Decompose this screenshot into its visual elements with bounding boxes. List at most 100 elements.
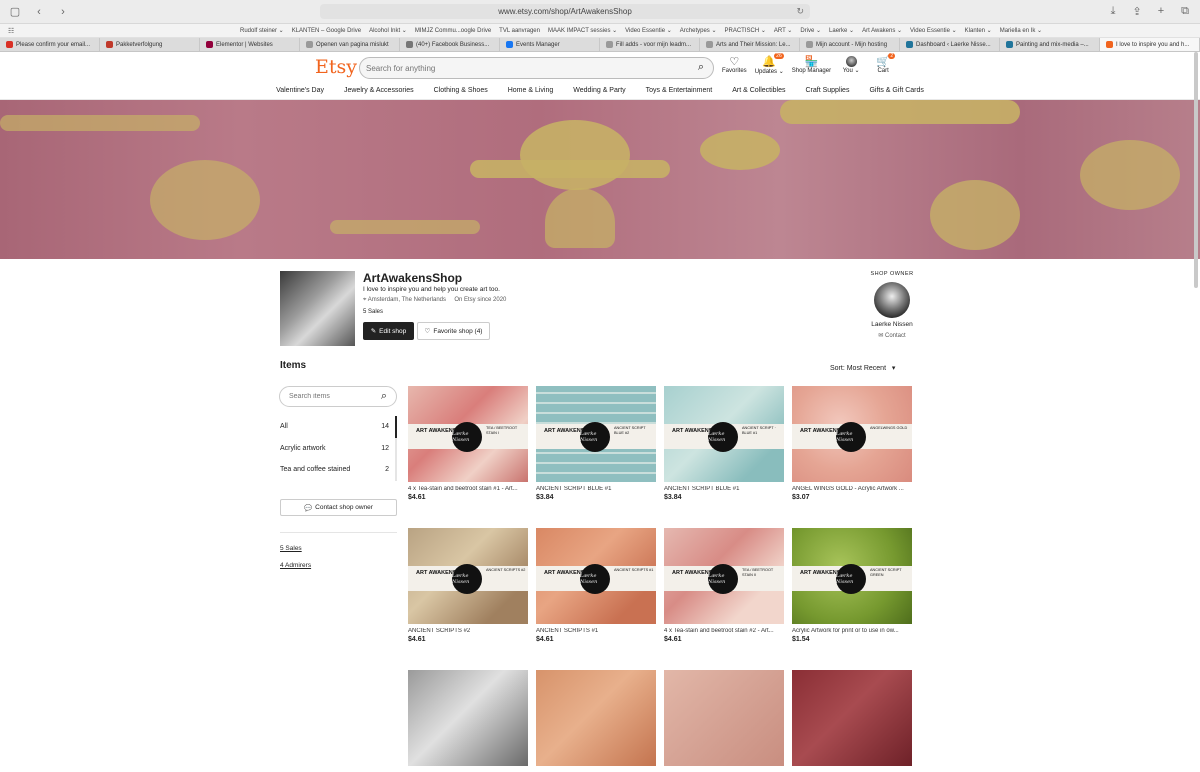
- bookmark-item[interactable]: MAAK IMPACT sessies ⌄: [548, 27, 617, 34]
- sidebar-toggle-icon[interactable]: ▢: [8, 5, 22, 18]
- listing-image[interactable]: ART AWAKENS Lærke Nissen ANCIENT SCRIPT · …: [664, 386, 784, 482]
- favorite-shop-button[interactable]: ♡ Favorite shop (4): [417, 322, 490, 340]
- section-item[interactable]: Tea and coffee stained 2: [280, 459, 397, 481]
- browser-tab[interactable]: Dashboard ‹ Laerke Nisse...: [900, 38, 1000, 51]
- browser-tab[interactable]: I love to inspire you and h...: [1100, 38, 1200, 51]
- share-icon[interactable]: ⇪: [1130, 5, 1144, 18]
- listing-card[interactable]: ART AWAKENS Lærke Nissen ANCIENT SCRIPT GR…: [792, 528, 912, 643]
- sort-dropdown[interactable]: Sort: Most Recent ▾: [830, 364, 895, 372]
- new-tab-icon[interactable]: +: [1154, 5, 1168, 18]
- listing-title[interactable]: Acrylic Artwork for print or to use in o…: [792, 628, 912, 634]
- listing-card[interactable]: [664, 670, 784, 772]
- sales-link[interactable]: 5 Sales: [280, 545, 302, 552]
- listing-image[interactable]: ART AWAKENS Lærke Nissen ANCIENT SCRIPT BL…: [536, 386, 656, 482]
- listing-image[interactable]: ART AWAKENS Lærke Nissen TEA / BEETROOT ST…: [408, 386, 528, 482]
- cart-button[interactable]: 🛒 2 Cart: [871, 53, 896, 75]
- reload-icon[interactable]: ↻: [796, 6, 804, 17]
- browser-tab[interactable]: Pakketverfolgung: [100, 38, 200, 51]
- bookmark-item[interactable]: Video Essentie ⌄: [910, 27, 957, 34]
- address-bar[interactable]: www.etsy.com/shop/ArtAwakensShop ↻: [320, 4, 810, 19]
- bookmark-item[interactable]: Art Awakens ⌄: [862, 27, 902, 34]
- listing-title[interactable]: ANCIENT SCRIPT BLUE #1: [536, 486, 656, 492]
- listing-image[interactable]: ART AWAKENS Lærke Nissen ANCIENT SCRIPT GR…: [792, 528, 912, 624]
- section-item[interactable]: Acrylic artwork 12: [280, 437, 397, 459]
- bookmark-item[interactable]: KLANTEN – Google Drive: [292, 28, 361, 34]
- owner-name[interactable]: Laerke Nissen: [864, 321, 920, 328]
- category-link[interactable]: Craft Supplies: [805, 87, 849, 94]
- owner-avatar[interactable]: [874, 282, 910, 318]
- listing-title[interactable]: ANCIENT SCRIPT BLUE #1: [664, 486, 784, 492]
- search-input[interactable]: [366, 63, 686, 73]
- updates-button[interactable]: 🔔 26 Updates ⌄: [755, 53, 784, 75]
- listing-card[interactable]: ART AWAKENS Lærke Nissen ANCIENT SCRIPTS #…: [536, 528, 656, 643]
- search-icon[interactable]: ⌕: [381, 390, 387, 403]
- bookmarks-grid-icon[interactable]: ☷: [8, 27, 14, 35]
- admirers-link[interactable]: 4 Admirers: [280, 562, 311, 569]
- forward-icon[interactable]: ›: [56, 6, 70, 18]
- category-link[interactable]: Art & Collectibles: [732, 87, 785, 94]
- tab-overview-icon[interactable]: ⧉: [1178, 5, 1192, 18]
- browser-tab[interactable]: Please confirm your email...: [0, 38, 100, 51]
- category-link[interactable]: Home & Living: [508, 87, 554, 94]
- category-link[interactable]: Valentine's Day: [276, 87, 324, 94]
- listing-title[interactable]: ANCIENT SCRIPTS #1: [536, 628, 656, 634]
- category-link[interactable]: Toys & Entertainment: [646, 87, 713, 94]
- shopmanager-button[interactable]: 🏪 Shop Manager: [792, 56, 831, 75]
- bookmark-item[interactable]: Mariella en Ik ⌄: [1000, 27, 1042, 34]
- favorites-button[interactable]: ♡ Favorites: [722, 56, 747, 75]
- contact-shop-owner-button[interactable]: 💬 Contact shop owner: [280, 499, 397, 516]
- listing-card[interactable]: ART AWAKENS Lærke Nissen TEA / BEETROOT ST…: [664, 528, 784, 643]
- bookmark-item[interactable]: Klanten ⌄: [965, 27, 992, 34]
- listing-image[interactable]: ART AWAKENS Lærke Nissen ANCIENT SCRIPTS #…: [536, 528, 656, 624]
- category-link[interactable]: Gifts & Gift Cards: [869, 87, 923, 94]
- search-icon[interactable]: ⌕: [698, 61, 704, 74]
- browser-tab[interactable]: Mijn account - Mijn hosting: [800, 38, 900, 51]
- listing-image[interactable]: [792, 670, 912, 766]
- bookmark-item[interactable]: Laerke ⌄: [829, 27, 854, 34]
- category-link[interactable]: Jewelry & Accessories: [344, 87, 414, 94]
- download-icon[interactable]: ⤓: [1106, 5, 1120, 18]
- listing-image[interactable]: [536, 670, 656, 766]
- scrollbar[interactable]: [1194, 52, 1198, 288]
- browser-tab[interactable]: Events Manager: [500, 38, 600, 51]
- listing-title[interactable]: ANGEL WINGS GOLD - Acrylic Artwork ...: [792, 486, 912, 492]
- listing-image[interactable]: [408, 670, 528, 766]
- listing-image[interactable]: ART AWAKENS Lærke Nissen ANGELWINGS GOLD: [792, 386, 912, 482]
- category-link[interactable]: Clothing & Shoes: [434, 87, 488, 94]
- listing-title[interactable]: 4 x Tea-stain and beetroot stain #1 - Ar…: [408, 486, 528, 492]
- items-search-input[interactable]: [289, 393, 369, 400]
- bookmark-item[interactable]: PRACTISCH ⌄: [724, 27, 765, 34]
- etsy-logo[interactable]: Etsy: [315, 56, 357, 78]
- search-bar[interactable]: ⌕: [359, 57, 714, 79]
- browser-tab[interactable]: Fill adds - voor mijn leadm...: [600, 38, 700, 51]
- bookmark-item[interactable]: ART ⌄: [774, 27, 792, 34]
- browser-tab[interactable]: Openen van pagina mislukt: [300, 38, 400, 51]
- you-button[interactable]: You ⌄: [839, 56, 863, 75]
- listing-card[interactable]: ART AWAKENS Lærke Nissen ANCIENT SCRIPTS #…: [408, 528, 528, 643]
- listing-card[interactable]: ART AWAKENS Lærke Nissen TEA / BEETROOT ST…: [408, 386, 528, 501]
- listing-card[interactable]: [536, 670, 656, 772]
- listing-image[interactable]: ART AWAKENS Lærke Nissen TEA / BEETROOT ST…: [664, 528, 784, 624]
- browser-tab[interactable]: Painting and mix-media –...: [1000, 38, 1100, 51]
- items-search[interactable]: ⌕: [279, 386, 397, 407]
- listing-card[interactable]: ART AWAKENS Lærke Nissen ANGELWINGS GOLD AN…: [792, 386, 912, 501]
- bookmark-item[interactable]: Archetypes ⌄: [680, 27, 717, 34]
- category-link[interactable]: Wedding & Party: [573, 87, 625, 94]
- browser-tab[interactable]: Elementor | Websites: [200, 38, 300, 51]
- edit-shop-button[interactable]: ✎ Edit shop: [363, 322, 414, 340]
- bookmark-item[interactable]: TVL aanvragen: [499, 28, 540, 34]
- listing-title[interactable]: ANCIENT SCRIPTS #2: [408, 628, 528, 634]
- section-item[interactable]: All 14: [280, 416, 397, 438]
- listing-card[interactable]: [408, 670, 528, 772]
- bookmark-item[interactable]: Rudolf steiner ⌄: [240, 27, 284, 34]
- listing-image[interactable]: [664, 670, 784, 766]
- listing-card[interactable]: ART AWAKENS Lærke Nissen ANCIENT SCRIPT · …: [664, 386, 784, 501]
- browser-tab[interactable]: Arts and Their Mission: Le...: [700, 38, 800, 51]
- bookmark-item[interactable]: Alcohol Inkt ⌄: [369, 27, 407, 34]
- listing-image[interactable]: ART AWAKENS Lærke Nissen ANCIENT SCRIPTS #…: [408, 528, 528, 624]
- contact-link[interactable]: ✉ Contact: [864, 332, 920, 339]
- listing-title[interactable]: 4 x Tea-stain and beetroot stain #2 - Ar…: [664, 628, 784, 634]
- listing-card[interactable]: [792, 670, 912, 772]
- bookmark-item[interactable]: Video Essentie ⌄: [625, 27, 672, 34]
- browser-tab[interactable]: (40+) Facebook Business...: [400, 38, 500, 51]
